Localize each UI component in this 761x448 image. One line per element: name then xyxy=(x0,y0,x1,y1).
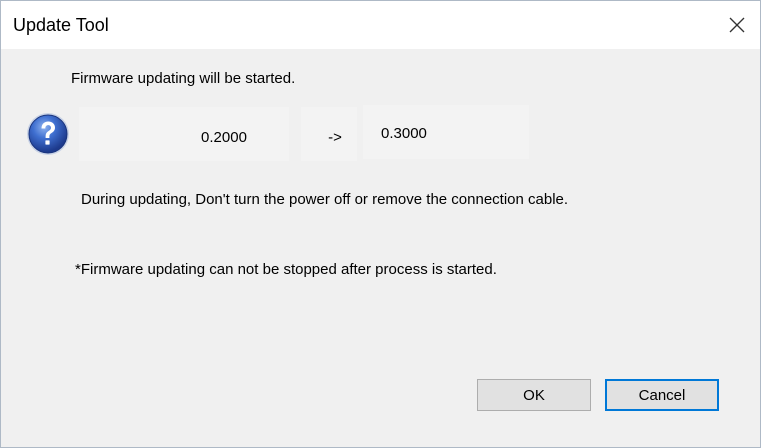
warning-text: During updating, Don't turn the power of… xyxy=(81,191,569,208)
version-arrow-box: -> xyxy=(301,107,357,161)
old-version-box: 0.2000 xyxy=(79,107,289,161)
window-title: Update Tool xyxy=(13,15,109,35)
old-version-text: 0.2000 xyxy=(201,128,247,146)
question-icon xyxy=(25,111,71,157)
update-tool-dialog: Update Tool Firmware updating will be st… xyxy=(0,0,761,448)
new-version-text: 0.3000 xyxy=(381,124,427,142)
close-button[interactable] xyxy=(714,1,760,49)
cancel-button[interactable]: Cancel xyxy=(605,379,719,411)
ok-button[interactable]: OK xyxy=(477,379,591,411)
close-icon xyxy=(729,17,745,33)
new-version-box: 0.3000 xyxy=(363,105,529,159)
title-bar: Update Tool xyxy=(1,1,760,49)
note-text: *Firmware updating can not be stopped af… xyxy=(75,261,497,278)
message-start-text: Firmware updating will be started. xyxy=(71,70,296,87)
version-arrow-text: -> xyxy=(328,128,342,146)
